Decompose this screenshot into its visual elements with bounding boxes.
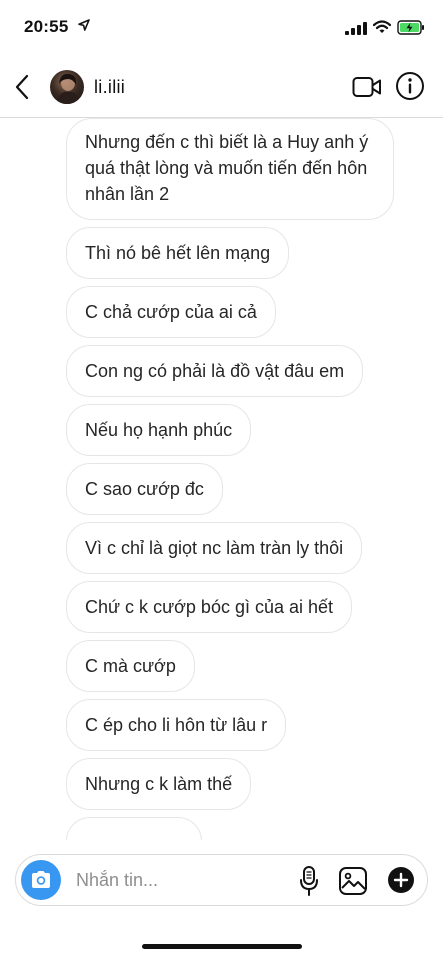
- status-bar: 20:55: [0, 0, 443, 52]
- message-bubble[interactable]: Nếu họ hạnh phúc: [66, 404, 252, 456]
- camera-icon: [32, 871, 50, 888]
- message-bubble[interactable]: C mà cướp: [66, 640, 195, 692]
- message-bubble[interactable]: C ép cho li hôn từ lâu r: [66, 699, 287, 751]
- cellular-signal-icon: [345, 22, 367, 35]
- message-bubble-partial[interactable]: [66, 817, 202, 840]
- message-bubble[interactable]: Nhưng c k làm thế: [66, 758, 252, 810]
- message-bubble[interactable]: C sao cướp đc: [66, 463, 223, 515]
- message-input[interactable]: [76, 868, 286, 892]
- wifi-icon: [373, 20, 391, 33]
- message-bubble[interactable]: Nhưng đến c thì biết là a Huy anh ý quá …: [66, 118, 394, 220]
- info-icon[interactable]: [395, 71, 425, 101]
- status-time: 20:55: [24, 17, 69, 36]
- video-camera-icon[interactable]: [352, 75, 382, 99]
- chat-header: li.ilii: [0, 58, 443, 118]
- image-gallery-icon[interactable]: [338, 866, 368, 896]
- camera-button[interactable]: [21, 860, 61, 900]
- message-bubble[interactable]: Chứ c k cướp bóc gì của ai hết: [66, 581, 353, 633]
- message-bubble[interactable]: Con ng có phải là đồ vật đâu em: [66, 345, 364, 397]
- message-bubble[interactable]: Thì nó bê hết lên mạng: [66, 227, 290, 279]
- plus-circle-icon[interactable]: [387, 866, 415, 894]
- home-indicator[interactable]: [142, 944, 302, 949]
- chevron-left-icon[interactable]: [12, 72, 34, 102]
- avatar[interactable]: [50, 70, 84, 104]
- message-composer: [15, 854, 428, 906]
- microphone-icon[interactable]: [298, 865, 320, 897]
- location-arrow-icon: [78, 19, 90, 31]
- message-bubble[interactable]: C chả cướp của ai cả: [66, 286, 276, 338]
- message-list[interactable]: Nhưng đến c thì biết là a Huy anh ý quá …: [0, 118, 443, 840]
- username[interactable]: li.ilii: [94, 77, 125, 98]
- battery-charging-icon: [397, 20, 424, 35]
- message-bubble[interactable]: Vì c chỉ là giọt nc làm tràn ly thôi: [66, 522, 363, 574]
- avatar-photo: [56, 73, 80, 104]
